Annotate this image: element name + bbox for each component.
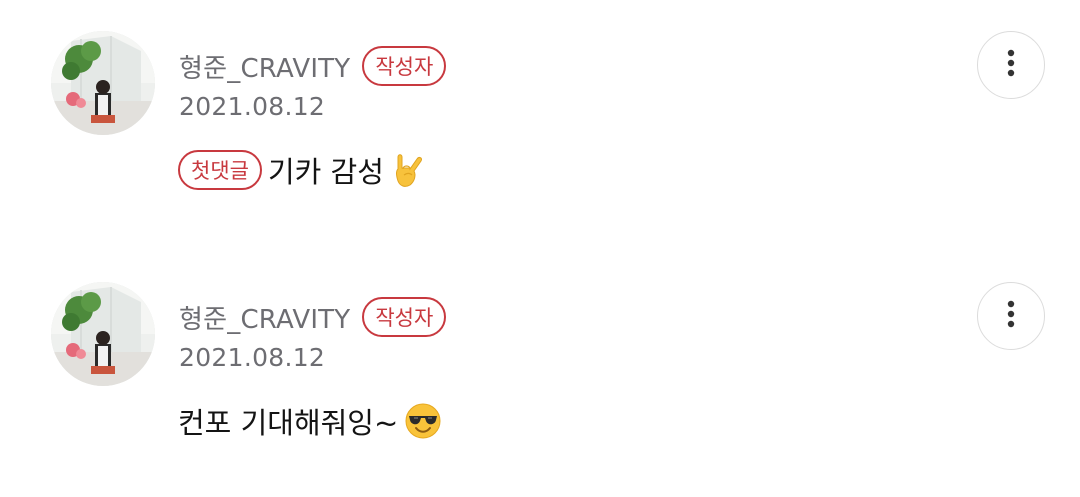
comment-date: 2021.08.12 bbox=[179, 92, 326, 121]
more-vertical-icon bbox=[1006, 48, 1016, 82]
avatar[interactable] bbox=[51, 31, 155, 135]
author-name[interactable]: 형준_CRAVITY bbox=[179, 299, 350, 336]
comment-text: 기카 감성 bbox=[267, 155, 384, 189]
comment-date: 2021.08.12 bbox=[179, 343, 326, 372]
comment-item: 형준_CRAVITY 작성자 2021.08.12 첫댓글 기카 감성 bbox=[0, 0, 1080, 230]
first-comment-badge: 첫댓글 bbox=[178, 150, 262, 190]
author-badge: 작성자 bbox=[362, 46, 447, 86]
more-vertical-icon bbox=[1006, 299, 1016, 333]
smiling-face-with-sunglasses-emoji bbox=[404, 402, 442, 440]
author-name[interactable]: 형준_CRAVITY bbox=[179, 48, 350, 85]
avatar[interactable] bbox=[51, 282, 155, 386]
comment-text: 컨포 기대해줘잉~ bbox=[178, 406, 399, 440]
sign-of-the-horns-emoji bbox=[390, 151, 426, 189]
author-badge: 작성자 bbox=[362, 297, 447, 337]
more-options-button[interactable] bbox=[977, 31, 1045, 99]
more-options-button[interactable] bbox=[977, 282, 1045, 350]
comment-item: 형준_CRAVITY 작성자 2021.08.12 컨포 기대해줘잉~ bbox=[0, 251, 1080, 481]
